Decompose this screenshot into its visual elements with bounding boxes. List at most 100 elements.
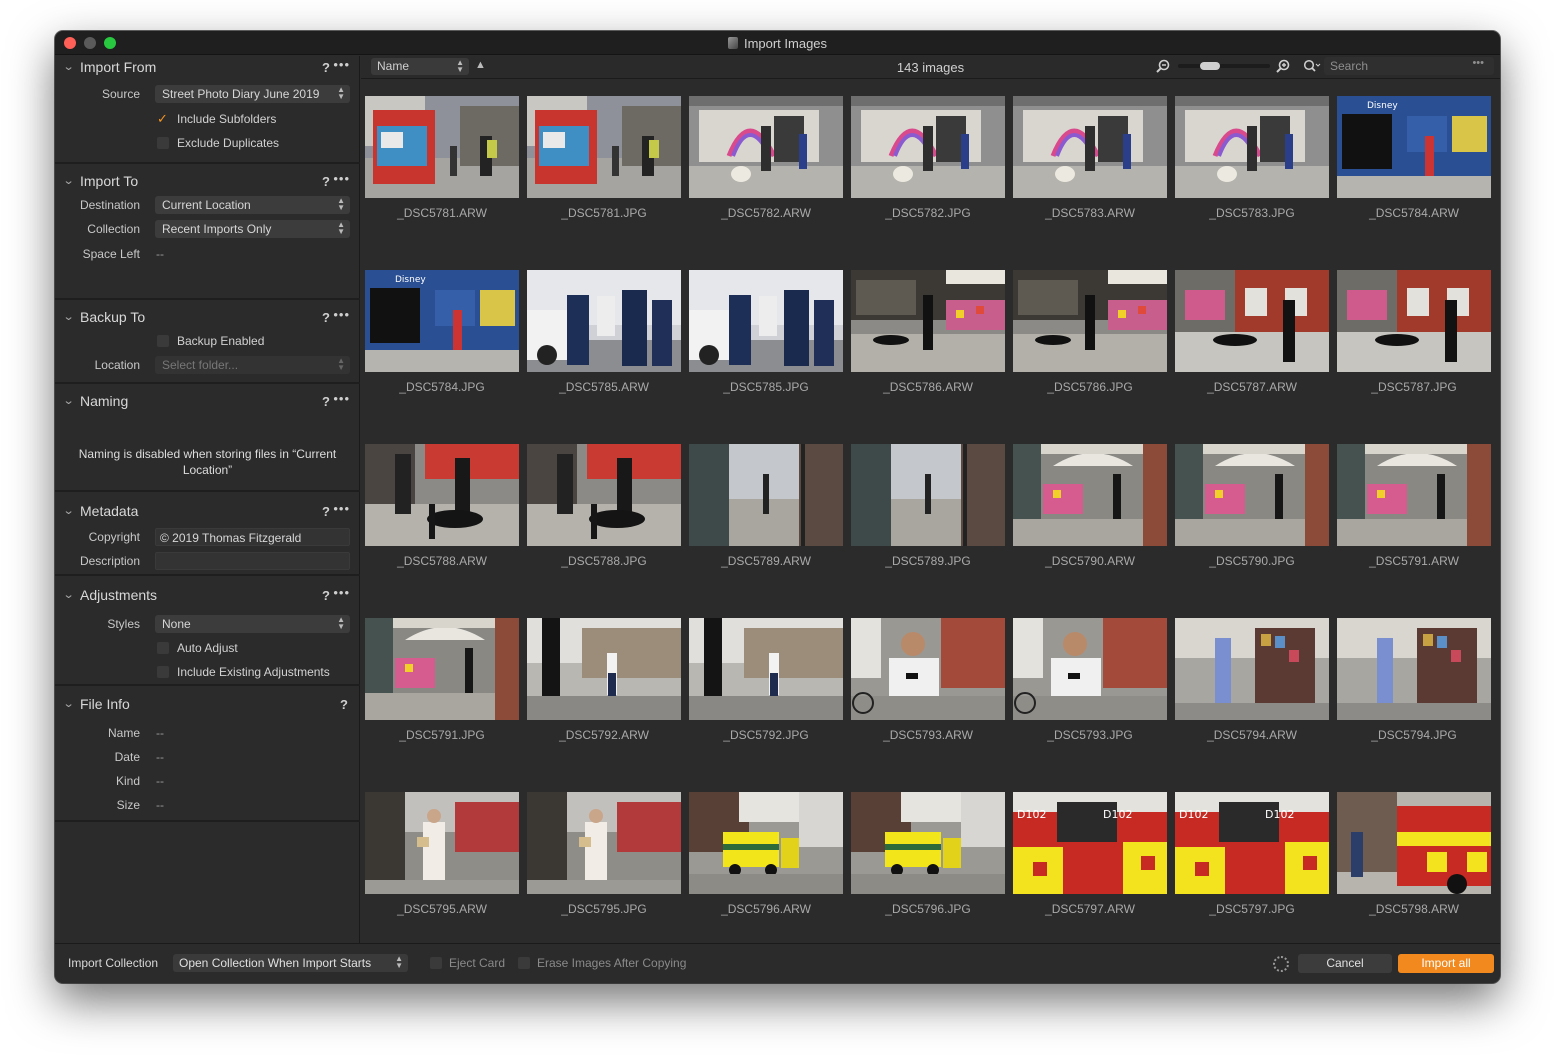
thumbnail-image[interactable] — [851, 618, 1005, 720]
thumbnail-cell[interactable]: _DSC5786.JPG — [1013, 270, 1167, 430]
chevron-down-icon[interactable]: ⌄ — [63, 60, 75, 73]
more-icon[interactable]: ••• — [333, 585, 350, 600]
chevron-down-icon[interactable]: ⌄ — [63, 310, 75, 323]
description-field[interactable] — [155, 552, 350, 570]
thumbnail-cell[interactable]: _DSC5789.JPG — [851, 444, 1005, 604]
collection-popup[interactable]: Recent Imports Only ▲ ▼ — [155, 220, 350, 238]
thumbnail-cell[interactable]: _DSC5788.JPG — [527, 444, 681, 604]
more-icon[interactable]: ••• — [1472, 57, 1484, 69]
thumbnail-cell[interactable]: _DSC5787.ARW — [1175, 270, 1329, 430]
thumbnail-image[interactable] — [689, 96, 843, 198]
thumbnail-cell[interactable]: _DSC5788.ARW — [365, 444, 519, 604]
help-icon[interactable]: ? — [340, 697, 348, 712]
thumbnail-image[interactable] — [1175, 96, 1329, 198]
zoom-out-icon[interactable] — [1156, 59, 1170, 73]
thumbnail-image[interactable] — [1013, 270, 1167, 372]
thumbnail-cell[interactable]: _DSC5794.JPG — [1337, 618, 1491, 778]
thumbnail-image[interactable] — [365, 618, 519, 720]
checkbox-icon[interactable] — [157, 335, 169, 347]
thumbnail-image[interactable] — [1337, 792, 1491, 894]
thumbnail-image[interactable] — [365, 96, 519, 198]
thumbnail-image[interactable]: D102 D102 — [1013, 792, 1167, 894]
thumbnail-image[interactable] — [1013, 618, 1167, 720]
thumbnail-image[interactable] — [851, 96, 1005, 198]
thumbnail-image[interactable]: D102 D102 — [1175, 792, 1329, 894]
location-popup[interactable]: Select folder... ▲ ▼ — [155, 356, 350, 374]
help-icon[interactable]: ? — [322, 394, 330, 409]
source-popup[interactable]: Street Photo Diary June 2019 ▲ ▼ — [155, 85, 350, 103]
thumbnail-cell[interactable]: _DSC5796.JPG — [851, 792, 1005, 941]
thumbnail-cell[interactable]: _DSC5790.JPG — [1175, 444, 1329, 604]
thumbnail-cell[interactable]: _DSC5793.ARW — [851, 618, 1005, 778]
thumbnail-cell[interactable]: _DSC5794.ARW — [1175, 618, 1329, 778]
thumbnail-cell[interactable]: _DSC5782.JPG — [851, 96, 1005, 256]
copyright-field[interactable]: © 2019 Thomas Fitzgerald — [155, 528, 350, 546]
styles-popup[interactable]: None ▲ ▼ — [155, 615, 350, 633]
import-collection-popup[interactable]: Open Collection When Import Starts ▲ ▼ — [173, 954, 408, 972]
thumbnail-image[interactable] — [1337, 618, 1491, 720]
file-info-header[interactable]: ⌄ File Info ? — [55, 693, 360, 715]
chevron-down-icon[interactable]: ⌄ — [63, 588, 75, 601]
thumbnail-image[interactable] — [689, 270, 843, 372]
thumbnail-image[interactable] — [851, 792, 1005, 894]
thumbnail-image[interactable] — [527, 792, 681, 894]
search-icon[interactable] — [1303, 59, 1321, 73]
thumbnail-image[interactable] — [689, 618, 843, 720]
thumbnail-image[interactable] — [1013, 96, 1167, 198]
checkbox-icon[interactable] — [518, 957, 530, 969]
thumbnail-cell[interactable]: _DSC5793.JPG — [1013, 618, 1167, 778]
chevron-down-icon[interactable]: ⌄ — [63, 504, 75, 517]
thumbnail-image[interactable] — [1337, 270, 1491, 372]
metadata-header[interactable]: ⌄ Metadata ? ••• — [55, 500, 360, 522]
thumbnail-cell[interactable]: Disney _DSC5784.JPG — [365, 270, 519, 430]
destination-popup[interactable]: Current Location ▲ ▼ — [155, 196, 350, 214]
more-icon[interactable]: ••• — [333, 57, 350, 72]
chevron-down-icon[interactable]: ⌄ — [63, 394, 75, 407]
thumbnail-cell[interactable]: _DSC5792.ARW — [527, 618, 681, 778]
more-icon[interactable]: ••• — [333, 501, 350, 516]
thumbnail-cell[interactable]: _DSC5791.JPG — [365, 618, 519, 778]
help-icon[interactable]: ? — [322, 60, 330, 75]
checkbox-icon[interactable] — [157, 137, 169, 149]
checkbox-icon[interactable] — [157, 666, 169, 678]
help-icon[interactable]: ? — [322, 310, 330, 325]
cancel-button[interactable]: Cancel — [1298, 954, 1392, 973]
thumbnail-image[interactable] — [851, 444, 1005, 546]
thumbnail-image[interactable] — [527, 96, 681, 198]
naming-header[interactable]: ⌄ Naming ? ••• — [55, 390, 360, 412]
checkbox-icon[interactable] — [430, 957, 442, 969]
thumbnail-size-slider[interactable] — [1178, 62, 1270, 70]
thumbnail-cell[interactable]: _DSC5785.ARW — [527, 270, 681, 430]
help-icon[interactable]: ? — [322, 504, 330, 519]
thumbnail-image[interactable] — [1175, 618, 1329, 720]
chevron-down-icon[interactable]: ⌄ — [63, 174, 75, 187]
thumbnail-image[interactable] — [1013, 444, 1167, 546]
thumbnail-cell[interactable]: _DSC5796.ARW — [689, 792, 843, 941]
thumbnail-cell[interactable]: _DSC5795.JPG — [527, 792, 681, 941]
search-input[interactable]: Search ••• — [1324, 57, 1494, 75]
thumbnail-cell[interactable]: _DSC5790.ARW — [1013, 444, 1167, 604]
thumbnail-cell[interactable]: _DSC5785.JPG — [689, 270, 843, 430]
thumbnail-image[interactable] — [527, 270, 681, 372]
thumbnail-cell[interactable]: _DSC5781.JPG — [527, 96, 681, 256]
slider-knob[interactable] — [1200, 62, 1220, 70]
thumbnail-image[interactable] — [527, 444, 681, 546]
thumbnail-cell[interactable]: _DSC5798.ARW — [1337, 792, 1491, 941]
more-icon[interactable]: ••• — [333, 171, 350, 186]
checkmark-icon[interactable]: ✓ — [157, 112, 169, 125]
import-to-header[interactable]: ⌄ Import To ? ••• — [55, 170, 360, 192]
thumbnail-cell[interactable]: _DSC5791.ARW — [1337, 444, 1491, 604]
thumbnail-image[interactable] — [1175, 270, 1329, 372]
thumbnail-cell[interactable]: _DSC5781.ARW — [365, 96, 519, 256]
thumbnail-image[interactable] — [851, 270, 1005, 372]
backup-to-header[interactable]: ⌄ Backup To ? ••• — [55, 306, 360, 328]
help-icon[interactable]: ? — [322, 174, 330, 189]
more-icon[interactable]: ••• — [333, 391, 350, 406]
more-icon[interactable]: ••• — [333, 307, 350, 322]
thumbnail-image[interactable] — [1337, 444, 1491, 546]
thumbnail-cell[interactable]: _DSC5787.JPG — [1337, 270, 1491, 430]
import-all-button[interactable]: Import all — [1398, 954, 1494, 973]
thumbnail-cell[interactable]: Disney _DSC5784.ARW — [1337, 96, 1491, 256]
help-icon[interactable]: ? — [322, 588, 330, 603]
thumbnail-image[interactable] — [689, 444, 843, 546]
